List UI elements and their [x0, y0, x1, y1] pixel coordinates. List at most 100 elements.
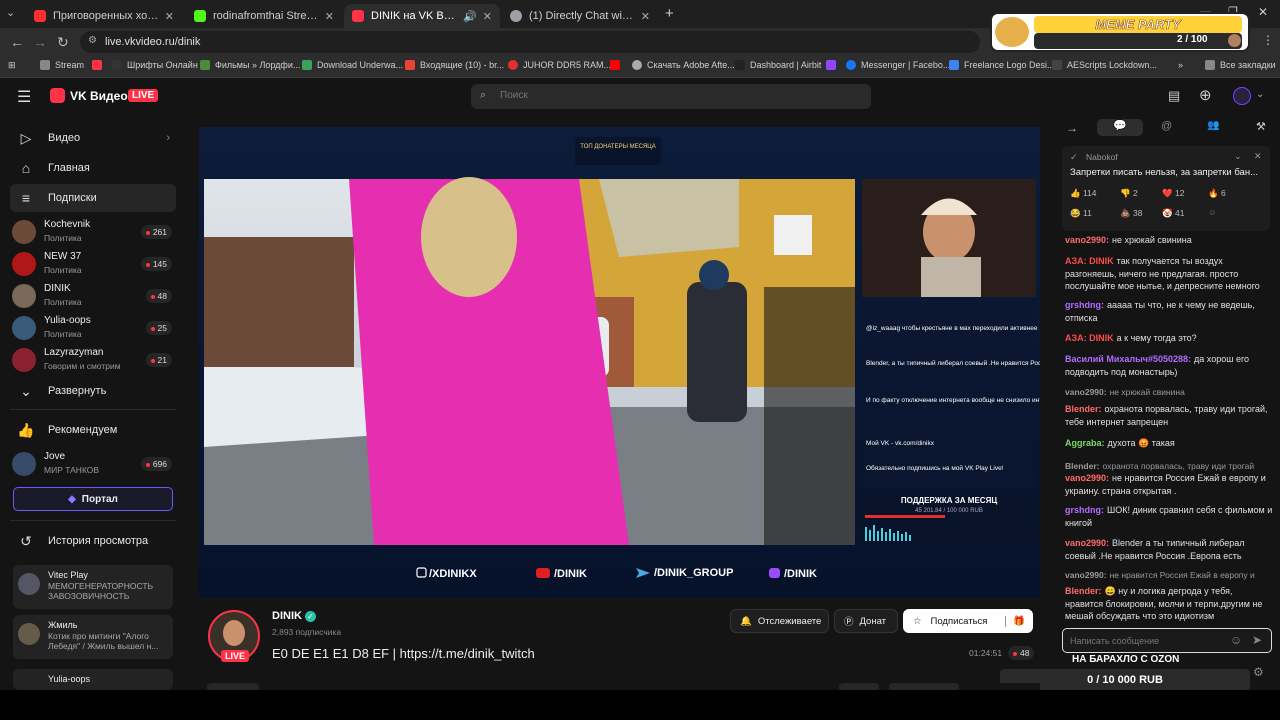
close-icon[interactable]: ✕ — [1254, 151, 1262, 162]
close-icon[interactable]: ✕ — [641, 10, 650, 23]
chat-message: Aggraba: духота 😡 такая — [1065, 438, 1175, 448]
settings-icon[interactable]: ⚙ — [1253, 665, 1264, 679]
search-input[interactable]: ⌕ Поиск — [471, 84, 871, 109]
channel-item[interactable]: DINIK Политика 48 — [10, 281, 176, 311]
channel-item[interactable]: Kochevnik Политика 261 — [10, 217, 176, 247]
support-value: 45 201.84 / 100 000 RUB — [915, 508, 983, 514]
bookmark[interactable]: AEScripts Lockdown... — [1052, 60, 1157, 70]
sidebar-item-recommend[interactable]: 👍 Рекомендуем — [10, 416, 176, 444]
gift-icon[interactable]: 🎁 — [1005, 615, 1025, 627]
browser-tab-active[interactable]: DINIK на VK Видео Live – с 🔊 ✕ — [344, 4, 500, 28]
settings-icon[interactable]: ⚒ — [1256, 120, 1266, 133]
hamburger-menu-icon[interactable]: ☰ — [17, 87, 31, 107]
tab-users-icon[interactable]: 👥 — [1207, 120, 1219, 131]
bookmark[interactable] — [92, 60, 107, 70]
support-progress-fill — [865, 515, 945, 518]
audio-icon[interactable]: 🔊 — [463, 10, 477, 23]
chat-input[interactable]: Написать сообщение ☺ ➤ — [1062, 628, 1272, 653]
reload-icon[interactable]: ↻ — [57, 34, 69, 51]
bookmark[interactable]: Шрифты Онлайн — [112, 60, 198, 70]
browser-tab[interactable]: rodinafromthai Stream - Watch ✕ — [186, 4, 342, 28]
taskbar-area — [0, 690, 1280, 720]
bookmark[interactable]: Stream — [40, 60, 84, 70]
pinned-message: ✓ Nabokof ⌄ ✕ Запретки писать нельзя, за… — [1062, 146, 1270, 231]
reaction[interactable]: ❤️ 12 — [1162, 188, 1184, 199]
bookmark[interactable] — [610, 60, 625, 70]
bell-icon: 🔔 — [740, 615, 752, 627]
avatar — [12, 284, 36, 308]
user-avatar[interactable] — [1233, 87, 1251, 105]
donate-button[interactable]: Ⓟ Донат — [834, 609, 898, 633]
portal-button[interactable]: ◆ Портал — [13, 487, 173, 511]
home-icon: ⌂ — [21, 160, 31, 176]
browser-tab[interactable]: (1) Directly Chat with Frontier I ✕ — [502, 4, 658, 28]
add-reaction-icon[interactable]: ☺ — [1208, 207, 1217, 217]
reaction[interactable]: 👎 2 — [1120, 188, 1138, 199]
recent-item[interactable]: Жмиль Котик про митинги "Алого Лебедя" /… — [13, 615, 173, 659]
tab-mentions-icon[interactable]: @ — [1161, 120, 1172, 132]
emoji-icon[interactable]: ☺ — [1230, 633, 1242, 647]
apps-icon[interactable]: ⊞ — [8, 60, 16, 71]
menu-icon[interactable]: ⋮ — [1262, 33, 1274, 47]
bookmark[interactable]: Freelance Logo Desi... — [949, 60, 1055, 70]
reaction[interactable]: 🤡 41 — [1162, 208, 1184, 219]
close-icon[interactable]: ✕ — [165, 10, 174, 23]
bookmark[interactable]: Download Underwa... — [302, 60, 403, 70]
overlay-chat-line: И по факту отключение интернета вообще н… — [866, 396, 1040, 404]
recent-item[interactable]: Yulia-oops — [13, 669, 173, 690]
collapse-chat-icon[interactable]: → — [1066, 121, 1078, 135]
channel-item[interactable]: Jove МИР ТАНКОВ 696 — [10, 449, 176, 479]
library-icon[interactable]: ▤ — [1168, 88, 1180, 104]
recent-item[interactable]: Vitec Play МЕМОГЕНЕРАТОРНОСТЬ ЗАВОЗОВИЧН… — [13, 565, 173, 609]
follow-button[interactable]: 🔔 Отслеживаете — [730, 609, 829, 633]
sidebar-item-history[interactable]: ↺ История просмотра — [10, 527, 176, 555]
add-icon[interactable]: ⊕ — [1199, 86, 1212, 104]
sidebar-item-video[interactable]: ▷ Видео › — [10, 124, 176, 152]
site-logo[interactable]: VK Видео — [70, 89, 128, 103]
chevron-down-icon[interactable]: ⌄ — [1234, 151, 1242, 162]
close-icon[interactable]: ✕ — [483, 10, 492, 23]
reaction[interactable]: 👍 114 — [1070, 188, 1097, 199]
tab-list-icon[interactable]: ⌄ — [6, 6, 15, 19]
channel-item[interactable]: Yulia-oops Политика 25 — [10, 313, 176, 343]
chevron-down-icon[interactable]: ⌄ — [1256, 89, 1264, 100]
expand-button[interactable]: ⌄ Развернуть — [10, 377, 176, 405]
chat-message: АЗА: DINIK так получается ты воздух разго… — [1065, 256, 1260, 291]
address-bar[interactable]: ⚙ live.vkvideo.ru/dinik — [80, 31, 980, 53]
action-button[interactable] — [889, 683, 959, 690]
sidebar-item-home[interactable]: ⌂ Главная — [10, 154, 176, 182]
channel-item[interactable]: NEW 37 Политика 145 — [10, 249, 176, 279]
action-button[interactable] — [207, 683, 259, 690]
bookmark[interactable]: JUHOR DDR5 RAM... — [508, 60, 611, 70]
site-icon — [200, 60, 210, 70]
bookmark[interactable] — [826, 60, 841, 70]
reaction[interactable]: 💩 38 — [1120, 208, 1142, 219]
close-window-icon[interactable]: ✕ — [1258, 5, 1268, 19]
video-player[interactable]: ТОП ДОНАТЕРЫ МЕСЯЦА @iz_waaag чтобы крес… — [199, 127, 1040, 598]
bookmark[interactable]: Dashboard | Airbit — [735, 60, 821, 70]
back-icon[interactable]: ← — [10, 34, 24, 50]
site-info-icon[interactable]: ⚙ — [88, 35, 97, 46]
bookmark[interactable]: Все закладки — [1205, 60, 1276, 70]
send-icon[interactable]: ➤ — [1252, 633, 1262, 647]
reaction[interactable]: 🔥 6 — [1208, 188, 1226, 199]
vk-video-logo-icon[interactable] — [50, 88, 65, 103]
sidebar-item-subscriptions[interactable]: ≡ Подписки — [10, 184, 176, 212]
forward-icon[interactable]: → — [33, 34, 47, 50]
bookmark[interactable]: Фильмы » Лордфи... — [200, 60, 300, 70]
support-title: ПОДДЕРЖКА ЗА МЕСЯЦ — [901, 496, 997, 505]
browser-tab[interactable]: Приговоренных хоров сжига... ✕ — [26, 4, 182, 28]
tab-chat[interactable]: 💬 — [1097, 119, 1143, 136]
channel-name[interactable]: DINIK — [272, 610, 302, 622]
more-bookmarks-icon[interactable]: » — [1178, 60, 1183, 70]
url-text[interactable]: live.vkvideo.ru/dinik — [105, 36, 200, 48]
channel-item[interactable]: Lazyrazyman Говорим и смотрим 21 — [10, 345, 176, 375]
bookmark[interactable]: Входящие (10) - br... — [405, 60, 504, 70]
new-tab-icon[interactable]: + — [665, 5, 674, 22]
reaction[interactable]: 😂 11 — [1070, 208, 1092, 219]
action-button[interactable] — [839, 683, 879, 690]
bookmark[interactable]: Скачать Adobe Afte... — [632, 60, 735, 70]
close-icon[interactable]: ✕ — [325, 10, 334, 23]
subscribe-button[interactable]: ☆ Подписаться 🎁 — [903, 609, 1033, 633]
bookmark[interactable]: Messenger | Facebo... — [846, 60, 950, 70]
